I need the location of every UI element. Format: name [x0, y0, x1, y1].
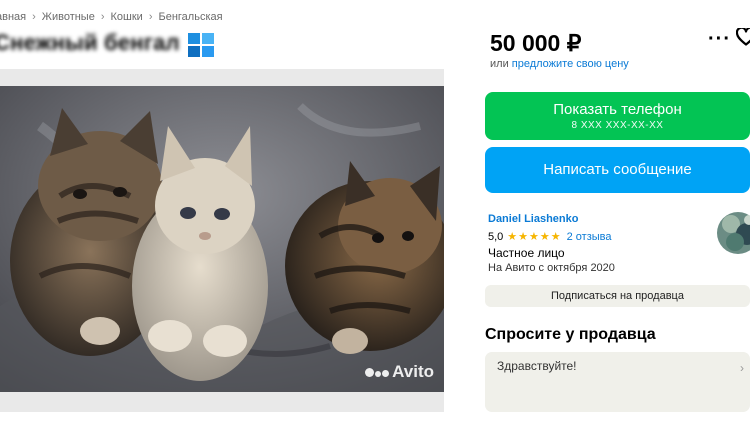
ask-seller-input[interactable]: Здравствуйте!: [485, 352, 750, 412]
breadcrumb-item-cats[interactable]: Кошки: [111, 11, 143, 23]
breadcrumb-separator: ›: [100, 11, 105, 23]
avito-logo-icon: [365, 367, 390, 377]
seller-avatar[interactable]: [717, 212, 750, 254]
rating-stars-icon: ★★★★★: [507, 231, 562, 243]
seller-name-link[interactable]: Daniel Liashenko: [488, 213, 578, 225]
breadcrumb: авная › Животные › Кошки › Бенгальская: [0, 11, 223, 23]
windows-logo-icon: [188, 33, 214, 57]
ask-seller-title: Спросите у продавца: [485, 326, 656, 343]
show-phone-label: Показать телефон: [553, 101, 682, 118]
favorite-heart-icon[interactable]: [735, 26, 750, 51]
listing-photo[interactable]: Avito: [0, 86, 444, 392]
breadcrumb-item-home[interactable]: авная: [0, 11, 26, 23]
breadcrumb-item-bengal[interactable]: Бенгальская: [159, 11, 223, 23]
reviews-link[interactable]: 2 отзыва: [567, 231, 612, 243]
seller-type: Частное лицо: [488, 246, 565, 260]
avito-watermark: Avito: [365, 362, 434, 382]
seller-since: На Авито с октября 2020: [488, 262, 615, 274]
seller-rating: 5,0 ★★★★★ 2 отзыва: [488, 230, 612, 244]
page-title: Снежный бенгал: [0, 30, 180, 55]
rating-value: 5,0: [488, 230, 504, 243]
kittens-photo: [0, 86, 444, 392]
subscribe-seller-button[interactable]: Подписаться на продавца: [485, 285, 750, 307]
breadcrumb-separator: ›: [148, 11, 153, 23]
breadcrumb-item-animals[interactable]: Животные: [42, 11, 95, 23]
phone-mask: 8 XXX XXX-XX-XX: [571, 120, 664, 131]
more-actions-icon[interactable]: ···: [708, 28, 731, 51]
price-offer-line: или предложите свою цену: [490, 58, 629, 70]
price: 50 000 ₽: [490, 30, 582, 56]
breadcrumb-separator: ›: [32, 11, 36, 23]
show-phone-button[interactable]: Показать телефон 8 XXX XXX-XX-XX: [485, 92, 750, 140]
offer-price-link[interactable]: предложите свою цену: [512, 58, 629, 70]
write-message-button[interactable]: Написать сообщение: [485, 147, 750, 193]
send-arrow-icon[interactable]: ›: [740, 361, 744, 375]
